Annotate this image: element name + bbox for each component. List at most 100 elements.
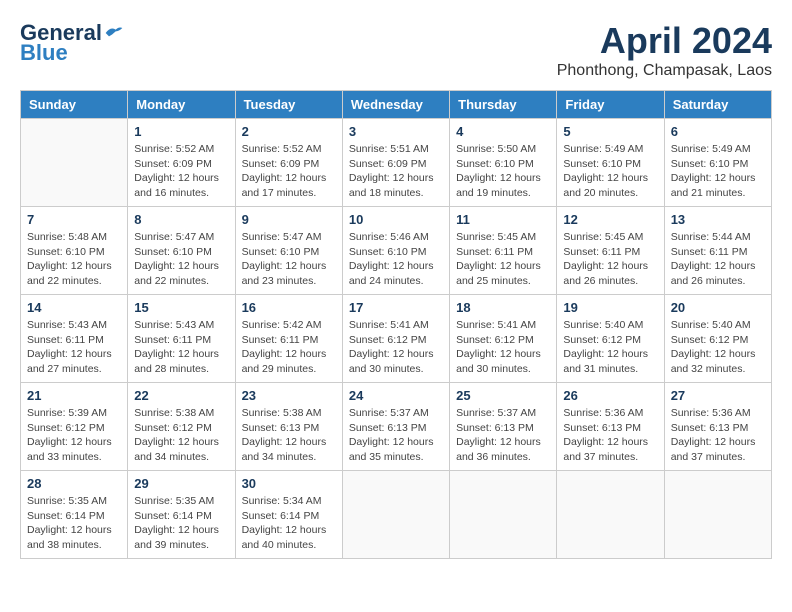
day-number: 12 <box>563 212 657 227</box>
day-info: Sunrise: 5:42 AM Sunset: 6:11 PM Dayligh… <box>242 318 336 377</box>
day-info: Sunrise: 5:49 AM Sunset: 6:10 PM Dayligh… <box>671 142 765 201</box>
week-row-5: 28 Sunrise: 5:35 AM Sunset: 6:14 PM Dayli… <box>21 471 772 559</box>
calendar-cell: 19 Sunrise: 5:40 AM Sunset: 6:12 PM Dayli… <box>557 295 664 383</box>
calendar-cell: 23Sunrise: 5:38 AM Sunset: 6:13 PM Dayli… <box>235 383 342 471</box>
col-header-monday: Monday <box>128 91 235 119</box>
day-number: 27 <box>671 388 765 403</box>
title-area: April 2024 Phonthong, Champasak, Laos <box>557 20 772 80</box>
day-info: Sunrise: 5:52 AM Sunset: 6:09 PM Dayligh… <box>134 142 228 201</box>
calendar-cell: 25 Sunrise: 5:37 AM Sunset: 6:13 PM Dayli… <box>450 383 557 471</box>
calendar-cell: 22 Sunrise: 5:38 AM Sunset: 6:12 PM Dayli… <box>128 383 235 471</box>
week-row-4: 21 Sunrise: 5:39 AM Sunset: 6:12 PM Dayli… <box>21 383 772 471</box>
day-info: Sunrise: 5:40 AM Sunset: 6:12 PM Dayligh… <box>563 318 657 377</box>
day-number: 10 <box>349 212 443 227</box>
day-number: 28 <box>27 476 121 491</box>
day-number: 16 <box>242 300 336 315</box>
day-number: 4 <box>456 124 550 139</box>
calendar-cell: 4 Sunrise: 5:50 AM Sunset: 6:10 PM Daylig… <box>450 119 557 207</box>
day-number: 22 <box>134 388 228 403</box>
day-info: Sunrise: 5:39 AM Sunset: 6:12 PM Dayligh… <box>27 406 121 465</box>
day-number: 13 <box>671 212 765 227</box>
day-info: Sunrise: 5:43 AM Sunset: 6:11 PM Dayligh… <box>134 318 228 377</box>
day-info: Sunrise: 5:41 AM Sunset: 6:12 PM Dayligh… <box>456 318 550 377</box>
day-info: Sunrise: 5:50 AM Sunset: 6:10 PM Dayligh… <box>456 142 550 201</box>
day-number: 21 <box>27 388 121 403</box>
calendar-cell: 24 Sunrise: 5:37 AM Sunset: 6:13 PM Dayli… <box>342 383 449 471</box>
bird-icon <box>104 24 124 42</box>
day-number: 8 <box>134 212 228 227</box>
location-subtitle: Phonthong, Champasak, Laos <box>557 62 772 80</box>
calendar-cell: 15Sunrise: 5:43 AM Sunset: 6:11 PM Dayli… <box>128 295 235 383</box>
calendar-cell <box>21 119 128 207</box>
calendar-cell: 1 Sunrise: 5:52 AM Sunset: 6:09 PM Daylig… <box>128 119 235 207</box>
calendar-cell: 9 Sunrise: 5:47 AM Sunset: 6:10 PM Daylig… <box>235 207 342 295</box>
day-info: Sunrise: 5:49 AM Sunset: 6:10 PM Dayligh… <box>563 142 657 201</box>
day-number: 9 <box>242 212 336 227</box>
day-number: 25 <box>456 388 550 403</box>
day-number: 26 <box>563 388 657 403</box>
col-header-friday: Friday <box>557 91 664 119</box>
calendar-cell: 3Sunrise: 5:51 AM Sunset: 6:09 PM Daylig… <box>342 119 449 207</box>
col-header-tuesday: Tuesday <box>235 91 342 119</box>
day-number: 24 <box>349 388 443 403</box>
day-info: Sunrise: 5:47 AM Sunset: 6:10 PM Dayligh… <box>134 230 228 289</box>
day-number: 17 <box>349 300 443 315</box>
calendar-cell: 5Sunrise: 5:49 AM Sunset: 6:10 PM Daylig… <box>557 119 664 207</box>
day-number: 30 <box>242 476 336 491</box>
day-info: Sunrise: 5:38 AM Sunset: 6:13 PM Dayligh… <box>242 406 336 465</box>
calendar-table: SundayMondayTuesdayWednesdayThursdayFrid… <box>20 90 772 559</box>
calendar-cell: 10 Sunrise: 5:46 AM Sunset: 6:10 PM Dayli… <box>342 207 449 295</box>
week-row-3: 14Sunrise: 5:43 AM Sunset: 6:11 PM Dayli… <box>21 295 772 383</box>
calendar-cell: 18 Sunrise: 5:41 AM Sunset: 6:12 PM Dayli… <box>450 295 557 383</box>
day-info: Sunrise: 5:52 AM Sunset: 6:09 PM Dayligh… <box>242 142 336 201</box>
day-info: Sunrise: 5:46 AM Sunset: 6:10 PM Dayligh… <box>349 230 443 289</box>
calendar-cell: 21 Sunrise: 5:39 AM Sunset: 6:12 PM Dayli… <box>21 383 128 471</box>
day-info: Sunrise: 5:36 AM Sunset: 6:13 PM Dayligh… <box>563 406 657 465</box>
day-info: Sunrise: 5:51 AM Sunset: 6:09 PM Dayligh… <box>349 142 443 201</box>
calendar-cell: 27 Sunrise: 5:36 AM Sunset: 6:13 PM Dayli… <box>664 383 771 471</box>
day-info: Sunrise: 5:45 AM Sunset: 6:11 PM Dayligh… <box>456 230 550 289</box>
month-title: April 2024 <box>557 20 772 62</box>
day-info: Sunrise: 5:40 AM Sunset: 6:12 PM Dayligh… <box>671 318 765 377</box>
calendar-cell: 30 Sunrise: 5:34 AM Sunset: 6:14 PM Dayli… <box>235 471 342 559</box>
calendar-cell: 17Sunrise: 5:41 AM Sunset: 6:12 PM Dayli… <box>342 295 449 383</box>
day-info: Sunrise: 5:37 AM Sunset: 6:13 PM Dayligh… <box>456 406 550 465</box>
day-info: Sunrise: 5:34 AM Sunset: 6:14 PM Dayligh… <box>242 494 336 553</box>
day-info: Sunrise: 5:45 AM Sunset: 6:11 PM Dayligh… <box>563 230 657 289</box>
day-number: 20 <box>671 300 765 315</box>
day-number: 7 <box>27 212 121 227</box>
day-info: Sunrise: 5:36 AM Sunset: 6:13 PM Dayligh… <box>671 406 765 465</box>
calendar-cell <box>557 471 664 559</box>
day-number: 29 <box>134 476 228 491</box>
calendar-cell: 12 Sunrise: 5:45 AM Sunset: 6:11 PM Dayli… <box>557 207 664 295</box>
calendar-cell: 26 Sunrise: 5:36 AM Sunset: 6:13 PM Dayli… <box>557 383 664 471</box>
col-header-sunday: Sunday <box>21 91 128 119</box>
calendar-cell <box>664 471 771 559</box>
day-info: Sunrise: 5:37 AM Sunset: 6:13 PM Dayligh… <box>349 406 443 465</box>
calendar-cell: 11 Sunrise: 5:45 AM Sunset: 6:11 PM Dayli… <box>450 207 557 295</box>
calendar-cell: 13 Sunrise: 5:44 AM Sunset: 6:11 PM Dayli… <box>664 207 771 295</box>
day-number: 18 <box>456 300 550 315</box>
col-header-wednesday: Wednesday <box>342 91 449 119</box>
day-number: 19 <box>563 300 657 315</box>
day-info: Sunrise: 5:47 AM Sunset: 6:10 PM Dayligh… <box>242 230 336 289</box>
day-number: 11 <box>456 212 550 227</box>
calendar-cell: 14Sunrise: 5:43 AM Sunset: 6:11 PM Dayli… <box>21 295 128 383</box>
calendar-cell <box>342 471 449 559</box>
logo-blue-text: Blue <box>20 40 68 66</box>
day-info: Sunrise: 5:35 AM Sunset: 6:14 PM Dayligh… <box>27 494 121 553</box>
day-number: 6 <box>671 124 765 139</box>
week-row-1: 1 Sunrise: 5:52 AM Sunset: 6:09 PM Daylig… <box>21 119 772 207</box>
day-info: Sunrise: 5:38 AM Sunset: 6:12 PM Dayligh… <box>134 406 228 465</box>
calendar-cell: 2 Sunrise: 5:52 AM Sunset: 6:09 PM Daylig… <box>235 119 342 207</box>
calendar-cell: 29 Sunrise: 5:35 AM Sunset: 6:14 PM Dayli… <box>128 471 235 559</box>
day-number: 2 <box>242 124 336 139</box>
calendar-cell: 6 Sunrise: 5:49 AM Sunset: 6:10 PM Daylig… <box>664 119 771 207</box>
day-info: Sunrise: 5:35 AM Sunset: 6:14 PM Dayligh… <box>134 494 228 553</box>
day-info: Sunrise: 5:44 AM Sunset: 6:11 PM Dayligh… <box>671 230 765 289</box>
day-number: 1 <box>134 124 228 139</box>
calendar-cell: 16 Sunrise: 5:42 AM Sunset: 6:11 PM Dayli… <box>235 295 342 383</box>
calendar-header-row: SundayMondayTuesdayWednesdayThursdayFrid… <box>21 91 772 119</box>
logo: General Blue <box>20 20 124 66</box>
calendar-cell <box>450 471 557 559</box>
